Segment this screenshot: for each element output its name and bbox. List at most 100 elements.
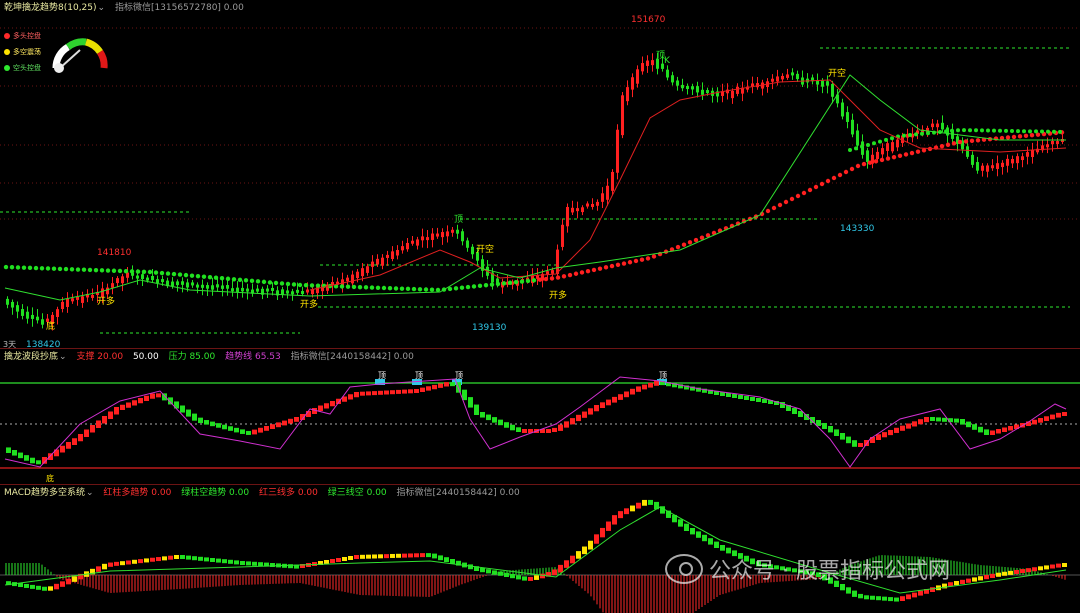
macd-block	[234, 560, 239, 565]
candle-body	[581, 207, 584, 213]
macd-block	[624, 508, 629, 515]
ribbon-dot	[243, 278, 249, 283]
osc-block	[192, 413, 197, 421]
candle-body	[381, 257, 384, 266]
chevron-down-icon[interactable]: ⌄	[86, 488, 94, 498]
ribbon-dot	[975, 138, 981, 143]
osc-block	[96, 420, 101, 428]
main-indicator-name[interactable]: 乾坤擒龙趋势8(10,25)	[4, 3, 97, 13]
candle-body	[831, 83, 834, 97]
macd-block	[1038, 566, 1043, 571]
candle-body	[606, 185, 609, 200]
ribbon-dot	[495, 281, 501, 287]
osc-block	[480, 412, 485, 418]
macd-block	[222, 559, 227, 564]
osc-block	[744, 396, 749, 400]
osc-block	[858, 443, 863, 447]
osc-block	[912, 421, 917, 427]
osc-block	[90, 425, 95, 433]
chevron-down-icon[interactable]: ⌄	[59, 352, 67, 362]
candle-body	[291, 291, 294, 295]
candle-body	[701, 89, 704, 95]
candle-body	[886, 143, 889, 151]
candle-body	[76, 296, 79, 300]
osc-block	[882, 432, 887, 438]
candle-body	[121, 276, 124, 284]
chevron-down-icon[interactable]: ⌄	[98, 3, 106, 13]
price-label-mid-low: 139130	[472, 323, 507, 333]
macd-block	[702, 534, 707, 542]
osc-block	[546, 429, 551, 433]
macd-block	[360, 554, 365, 559]
macd-block	[492, 570, 497, 575]
ribbon-dot	[429, 287, 435, 292]
ribbon-dot	[555, 275, 561, 280]
candle-body	[216, 284, 219, 288]
osc-block	[384, 390, 389, 395]
macd-block	[1044, 565, 1049, 570]
macd-block	[582, 546, 587, 555]
macd-pane[interactable]: MACD趋势多空系统⌄ 红柱多趋势 0.00 绿柱空趋势 0.00 红三线多 0…	[0, 485, 1080, 613]
candle-body	[561, 224, 564, 247]
ribbon-dot	[675, 244, 681, 250]
candle-body	[796, 73, 799, 80]
candle-body	[31, 314, 34, 319]
osc-block	[234, 427, 239, 433]
ribbon-dot	[831, 175, 837, 181]
macd-indicator-name[interactable]: MACD趋势多空系统	[4, 488, 85, 498]
ribbon-dot	[777, 202, 783, 208]
ribbon-dot	[477, 283, 483, 289]
macd-block	[408, 553, 413, 558]
candle-body	[696, 86, 699, 93]
macd-block	[528, 576, 533, 581]
candle-body	[846, 112, 849, 122]
macd-block	[216, 558, 221, 563]
ribbon-dot	[633, 258, 639, 264]
macd-block	[414, 553, 419, 558]
ribbon-dot	[950, 128, 954, 133]
ribbon-dot	[27, 265, 33, 271]
osc-wechat: 指标微信[2440158442] 0.00	[290, 352, 414, 362]
ribbon-dot	[417, 287, 423, 292]
macd-block	[402, 553, 407, 558]
candle-body	[981, 165, 984, 171]
candle-body	[1011, 158, 1014, 164]
candle-body	[551, 270, 554, 274]
candle-body	[866, 150, 869, 162]
ribbon-dot	[537, 277, 543, 282]
candle-body	[21, 309, 24, 316]
osc-block	[132, 400, 137, 406]
osc-block	[156, 393, 161, 398]
macd-block	[588, 540, 593, 550]
candle-body	[176, 281, 179, 286]
ribbon-dot	[1017, 134, 1023, 139]
macd-block	[612, 515, 617, 525]
ribbon-dot	[878, 139, 882, 144]
candle-body	[636, 69, 639, 84]
macd-block	[168, 555, 173, 560]
main-chart-pane[interactable]: 乾坤擒龙趋势8(10,25)⌄ 指标微信[13156572780] 0.00 多…	[0, 0, 1080, 348]
ribbon-dot	[879, 157, 885, 163]
osc-block	[876, 434, 881, 440]
osc-block	[1032, 419, 1037, 425]
ribbon-dot	[645, 256, 651, 261]
signal-open-long-3: 开多	[549, 291, 568, 301]
candle-body	[421, 236, 424, 241]
macd-block	[60, 581, 65, 587]
candle-body	[441, 232, 444, 238]
ribbon-dot	[399, 286, 405, 291]
candle-body	[736, 86, 739, 94]
osc-indicator-name[interactable]: 擒龙波段抄底	[4, 352, 58, 362]
ribbon-dot	[956, 128, 960, 133]
macd-block	[450, 559, 455, 564]
candle-body	[576, 208, 579, 212]
osc-block	[840, 433, 845, 440]
macd-block	[186, 555, 191, 560]
oscillator-pane[interactable]: 擒龙波段抄底⌄ 支撑 20.00 50.00 压力 85.00 趋势线 65.5…	[0, 349, 1080, 484]
ribbon-dot	[843, 169, 849, 175]
macd-block	[1014, 569, 1019, 574]
macd-indicator-header: MACD趋势多空系统⌄ 红柱多趋势 0.00 绿柱空趋势 0.00 红三线多 0…	[4, 487, 527, 499]
ribbon-dot	[567, 272, 573, 278]
ribbon-dot	[890, 136, 894, 141]
osc-block	[102, 416, 107, 424]
